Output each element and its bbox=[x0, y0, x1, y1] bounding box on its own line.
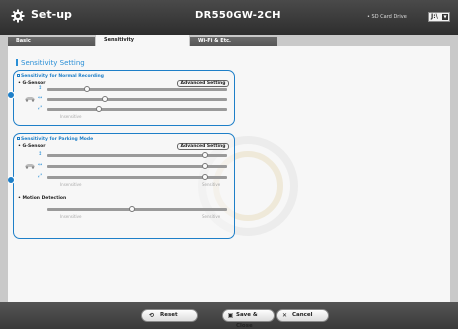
parking-mode-title: Sensitivity for Parking Mode bbox=[17, 137, 93, 142]
dropdown-arrow-icon: ▼ bbox=[442, 14, 448, 20]
parking-mode-box: Sensitivity for Parking Mode • G-Sensor … bbox=[8, 133, 235, 239]
tab-basic[interactable]: Basic bbox=[8, 37, 95, 46]
car-icon bbox=[25, 97, 35, 102]
content-panel: Sensitivity Setting Sensitivity for Norm… bbox=[8, 46, 450, 302]
g-sensor-y-knob[interactable] bbox=[101, 96, 108, 102]
reset-button[interactable]: ⟲ Reset bbox=[141, 309, 198, 322]
g-sensor-y-slider[interactable] bbox=[47, 98, 227, 101]
normal-recording-title: Sensitivity for Normal Recording bbox=[17, 74, 104, 79]
setup-window: Set-up DR550GW-2CH • SD Card Drive J:\ ▼… bbox=[0, 0, 458, 329]
section-marker bbox=[16, 59, 18, 66]
parking-g-sensor-z-knob[interactable] bbox=[202, 152, 209, 158]
callout-dot bbox=[8, 176, 15, 184]
page-title: Set-up bbox=[31, 8, 72, 21]
section-title: Sensitivity Setting bbox=[16, 59, 85, 67]
reset-button-label: Reset bbox=[160, 312, 178, 318]
checkbox-icon bbox=[17, 74, 20, 77]
save-close-button-label: Save & Close bbox=[236, 312, 258, 329]
close-icon: ✕ bbox=[281, 312, 288, 319]
save-icon: ▣ bbox=[227, 312, 234, 319]
tab-wifi-etc[interactable]: Wi-Fi & Etc. bbox=[190, 37, 277, 46]
motion-detection-slider[interactable] bbox=[47, 208, 227, 211]
g-sensor-z-slider[interactable] bbox=[47, 88, 227, 91]
car-icon bbox=[25, 164, 35, 169]
normal-recording-title-text: Sensitivity for Normal Recording bbox=[21, 74, 104, 79]
sd-card-drive-label: • SD Card Drive bbox=[367, 14, 407, 20]
x-axis-icon: ⤢ bbox=[38, 173, 43, 179]
parking-mode-title-text: Sensitivity for Parking Mode bbox=[21, 137, 94, 142]
cancel-button[interactable]: ✕ Cancel bbox=[276, 309, 329, 322]
parking-g-sensor-z-slider[interactable] bbox=[47, 154, 227, 157]
insensitive-label: Insensitive bbox=[60, 182, 82, 187]
checkbox-icon bbox=[17, 137, 20, 140]
y-axis-icon: ↔ bbox=[38, 162, 43, 168]
insensitive-label: Insensitive bbox=[60, 114, 82, 119]
motion-insensitive-label: Insensitive bbox=[60, 214, 82, 219]
parking-g-sensor-x-slider[interactable] bbox=[47, 176, 227, 179]
parking-g-sensor-y-slider[interactable] bbox=[47, 165, 227, 168]
callout-dot bbox=[8, 91, 15, 99]
z-axis-icon: ↕ bbox=[38, 151, 43, 157]
motion-detection-knob[interactable] bbox=[128, 206, 135, 212]
tab-bar: Basic Sensitivity Wi-Fi & Etc. bbox=[8, 35, 450, 46]
advanced-setting-button[interactable]: Advanced Setting bbox=[177, 143, 229, 150]
normal-recording-box: Sensitivity for Normal Recording • G-Sen… bbox=[8, 70, 235, 126]
sd-card-drive-select[interactable]: J:\ ▼ bbox=[428, 12, 450, 22]
cancel-button-label: Cancel bbox=[292, 312, 313, 318]
header-bar: Set-up DR550GW-2CH • SD Card Drive J:\ ▼ bbox=[0, 0, 458, 35]
g-sensor-z-knob[interactable] bbox=[83, 86, 90, 92]
gsensor-label: • G-Sensor bbox=[18, 144, 46, 149]
footer-bar: ⟲ Reset ▣ Save & Close ✕ Cancel bbox=[0, 302, 458, 329]
y-axis-icon: ↔ bbox=[38, 95, 43, 101]
z-axis-icon: ↕ bbox=[38, 85, 43, 91]
sensitive-label: Sensitive bbox=[202, 182, 221, 187]
sd-card-drive-value: J:\ bbox=[431, 13, 438, 20]
g-sensor-x-slider[interactable] bbox=[47, 108, 227, 111]
reset-icon: ⟲ bbox=[148, 312, 155, 319]
tab-sensitivity[interactable]: Sensitivity bbox=[96, 35, 189, 46]
parking-g-sensor-x-knob[interactable] bbox=[202, 174, 209, 180]
g-sensor-x-knob[interactable] bbox=[96, 106, 103, 112]
x-axis-icon: ⤢ bbox=[38, 105, 43, 111]
motion-sensitive-label: Sensitive bbox=[202, 214, 221, 219]
gear-icon bbox=[11, 9, 25, 23]
save-close-button[interactable]: ▣ Save & Close bbox=[222, 309, 275, 329]
model-name: DR550GW-2CH bbox=[195, 10, 281, 21]
advanced-setting-button[interactable]: Advanced Setting bbox=[177, 80, 229, 87]
section-title-text: Sensitivity Setting bbox=[21, 59, 85, 67]
parking-g-sensor-y-knob[interactable] bbox=[202, 163, 209, 169]
motion-detection-label: • Motion Detection bbox=[18, 196, 67, 201]
